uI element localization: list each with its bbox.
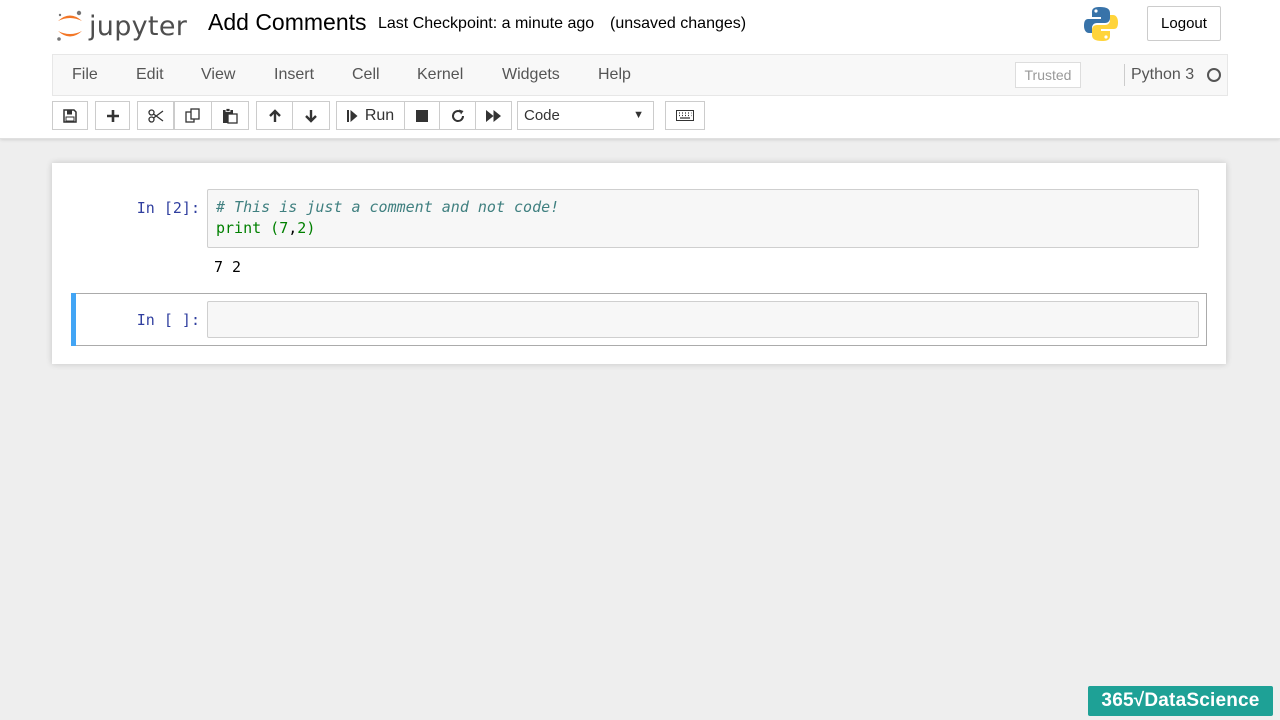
code-comment-line: # This is just a comment and not code! bbox=[216, 198, 560, 216]
trusted-indicator[interactable]: Trusted bbox=[1015, 62, 1081, 88]
copy-button[interactable] bbox=[174, 101, 212, 130]
stop-icon bbox=[416, 109, 428, 122]
insert-cell-button[interactable] bbox=[95, 101, 130, 130]
menu-view[interactable]: View bbox=[201, 66, 235, 84]
menu-insert[interactable]: Insert bbox=[274, 66, 314, 84]
copy-icon bbox=[185, 107, 200, 123]
command-palette-button[interactable] bbox=[665, 101, 705, 130]
cell-type-value: Code bbox=[524, 107, 560, 124]
cell-type-select[interactable]: Code ▼ bbox=[517, 101, 654, 130]
keyboard-icon bbox=[676, 110, 694, 121]
kernel-idle-icon bbox=[1207, 68, 1221, 82]
restart-icon bbox=[451, 109, 464, 122]
save-button[interactable] bbox=[52, 101, 88, 130]
notebook-container: In [2]: # This is just a comment and not… bbox=[52, 163, 1226, 364]
cell-1-code-editor[interactable]: # This is just a comment and not code! p… bbox=[207, 189, 1199, 248]
logout-button[interactable]: Logout bbox=[1147, 6, 1221, 41]
arrow-up-icon bbox=[268, 108, 281, 122]
move-up-button[interactable] bbox=[256, 101, 293, 130]
code-arg-2: 2 bbox=[297, 219, 307, 237]
arrow-down-icon bbox=[305, 109, 317, 123]
fast-forward-icon bbox=[485, 109, 501, 122]
restart-run-all-button[interactable] bbox=[475, 101, 512, 130]
run-button[interactable]: Run bbox=[336, 101, 405, 130]
paste-button[interactable] bbox=[211, 101, 249, 130]
menu-help[interactable]: Help bbox=[598, 66, 631, 84]
logo-text: jupyter bbox=[89, 10, 188, 42]
jupyter-logo[interactable]: jupyter bbox=[55, 6, 187, 46]
step-forward-icon bbox=[346, 109, 358, 122]
notebook-title[interactable]: Add Comments bbox=[208, 9, 367, 36]
code-arg-1: 7 bbox=[279, 219, 289, 237]
python-logo-icon bbox=[1083, 5, 1119, 48]
restart-button[interactable] bbox=[439, 101, 476, 130]
menu-widgets[interactable]: Widgets bbox=[502, 66, 560, 84]
cut-icon bbox=[147, 108, 163, 123]
interrupt-button[interactable] bbox=[404, 101, 440, 130]
selected-cell-indicator bbox=[71, 293, 76, 346]
menu-kernel[interactable]: Kernel bbox=[417, 66, 463, 84]
cell-1-output: 7 2 bbox=[214, 258, 242, 276]
unsaved-changes-status: (unsaved changes) bbox=[610, 15, 747, 32]
kernel-separator bbox=[1124, 64, 1125, 86]
cut-button[interactable] bbox=[137, 101, 174, 130]
code-comma: , bbox=[288, 219, 298, 237]
kernel-name: Python 3 bbox=[1131, 66, 1195, 83]
jupyter-logo-icon bbox=[57, 10, 82, 41]
code-open-paren: ( bbox=[261, 219, 280, 237]
code-close-paren: ) bbox=[306, 219, 316, 237]
menubar: File Edit View Insert Cell Kernel Widget… bbox=[52, 54, 1228, 96]
checkpoint-status: Last Checkpoint: a minute ago bbox=[378, 15, 595, 32]
watermark-logo: 365√DataScience bbox=[1088, 686, 1273, 716]
code-print-line: print (7,2) bbox=[216, 219, 315, 237]
move-down-button[interactable] bbox=[292, 101, 330, 130]
run-label: Run bbox=[364, 106, 395, 124]
cell-2-prompt: In [ ]: bbox=[136, 311, 200, 329]
paste-icon bbox=[223, 107, 238, 124]
cell-1-prompt: In [2]: bbox=[136, 199, 200, 217]
code-print-keyword: print bbox=[216, 219, 262, 237]
plus-icon bbox=[106, 109, 119, 122]
menu-edit[interactable]: Edit bbox=[136, 66, 164, 84]
menu-file[interactable]: File bbox=[72, 66, 98, 84]
save-icon bbox=[63, 108, 77, 123]
dropdown-arrow-icon: ▼ bbox=[633, 109, 644, 121]
cell-2-code-editor[interactable] bbox=[207, 301, 1199, 338]
menu-cell[interactable]: Cell bbox=[352, 66, 380, 84]
